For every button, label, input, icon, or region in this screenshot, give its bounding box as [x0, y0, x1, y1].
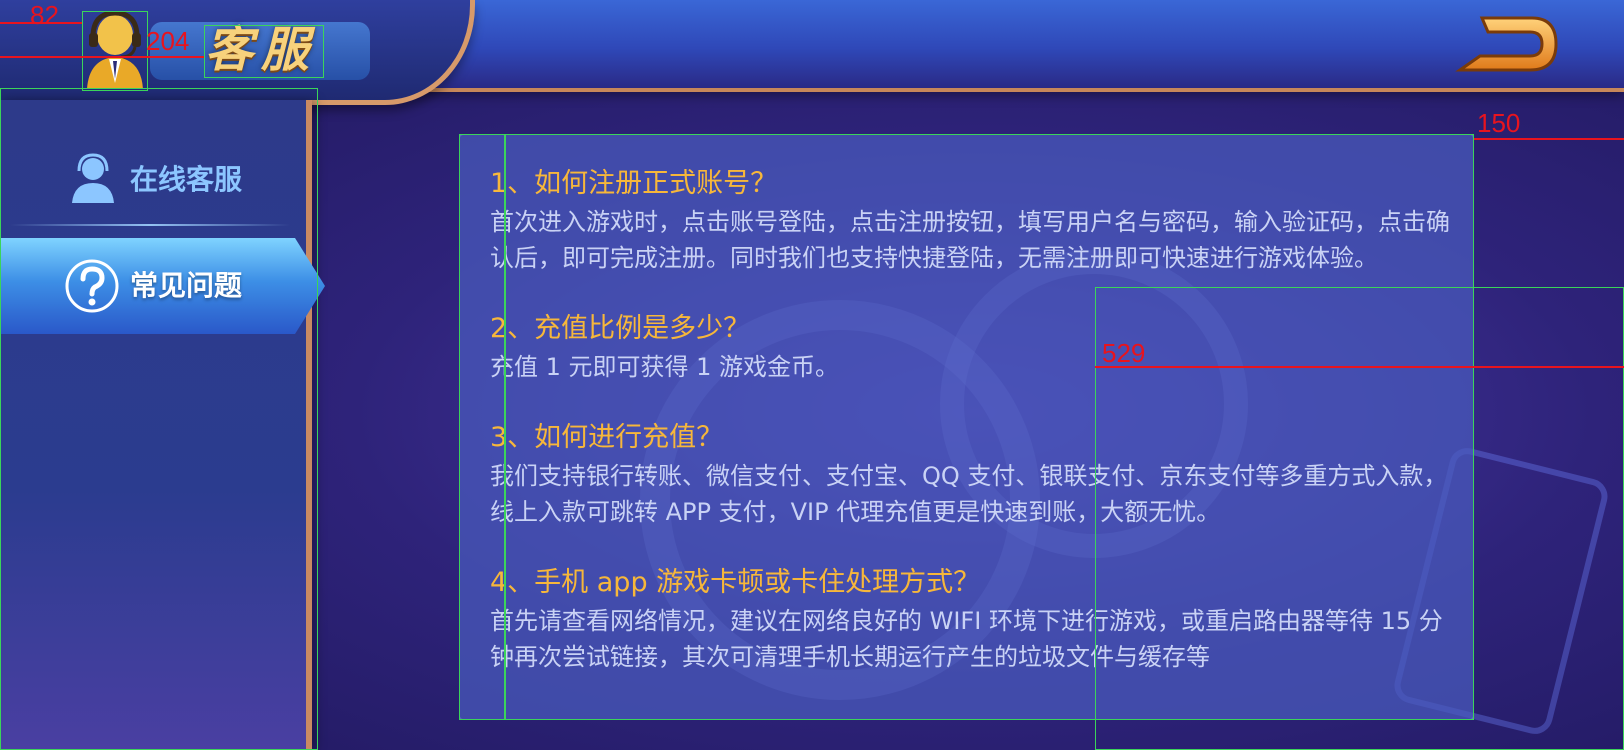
back-button[interactable] [1452, 8, 1562, 80]
annotation-label: 529 [1102, 338, 1146, 368]
guide-box [504, 134, 506, 720]
return-arrow-icon [1455, 16, 1558, 72]
annotation-label: 204 [146, 26, 190, 56]
guide-line [1095, 366, 1624, 368]
guide-box [1095, 287, 1624, 750]
annotation-label: 150 [1477, 108, 1521, 138]
guide-box [82, 11, 148, 91]
annotation-label: 82 [30, 0, 59, 30]
guide-box [0, 88, 318, 750]
guide-box [204, 25, 324, 78]
